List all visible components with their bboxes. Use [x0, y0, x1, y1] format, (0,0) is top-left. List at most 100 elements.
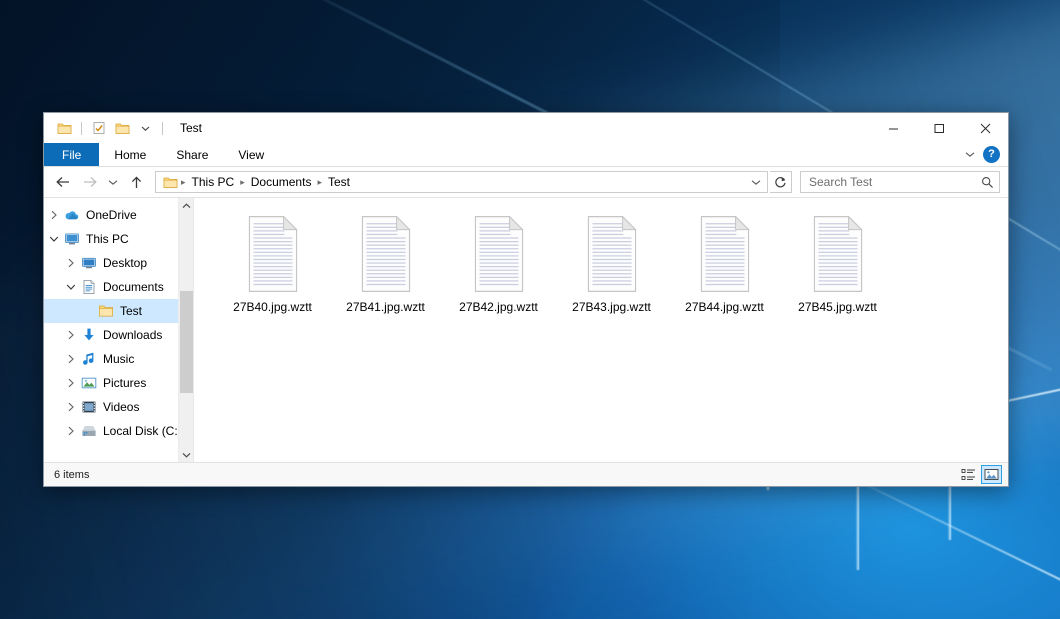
- monitor-icon: [62, 231, 82, 247]
- folder-tree: OneDrive This PC Desktop Documents Test Downl…: [44, 203, 193, 443]
- sidebar-item-videos[interactable]: Videos: [44, 395, 193, 419]
- chevron-right-icon[interactable]: [63, 402, 79, 412]
- sidebar-item-label: Test: [116, 304, 142, 318]
- title-bar: Test: [44, 113, 1008, 143]
- sidebar-item-label: Desktop: [99, 256, 147, 270]
- breadcrumb: ▸ This PC ▸ Documents ▸ Test: [180, 173, 747, 191]
- minimize-button[interactable]: [870, 113, 916, 143]
- chevron-right-icon[interactable]: [63, 330, 79, 340]
- folder-icon[interactable]: [55, 119, 73, 137]
- scrollbar-track[interactable]: [179, 213, 193, 447]
- sidebar-item-label: Downloads: [99, 328, 162, 342]
- sidebar-item-label: Local Disk (C:): [99, 424, 182, 438]
- search-box[interactable]: [800, 171, 1000, 193]
- breadcrumb-this-pc[interactable]: This PC: [187, 173, 240, 191]
- breadcrumb-documents[interactable]: Documents: [246, 173, 317, 191]
- window-controls: [870, 113, 1008, 143]
- sidebar-item-pictures[interactable]: Pictures: [44, 371, 193, 395]
- status-bar: 6 items: [44, 462, 1008, 486]
- sidebar-item-label: Documents: [99, 280, 164, 294]
- generic-file-icon: [466, 215, 532, 293]
- file-name-label: 27B40.jpg.wztt: [233, 300, 312, 314]
- download-icon: [79, 327, 99, 343]
- desktop-icon: [79, 255, 99, 271]
- address-toolbar: ▸ This PC ▸ Documents ▸ Test: [44, 167, 1008, 197]
- sidebar-item-downloads[interactable]: Downloads: [44, 323, 193, 347]
- file-name-label: 27B42.jpg.wztt: [459, 300, 538, 314]
- ribbon-right-controls: ?: [961, 143, 1008, 166]
- sidebar-item-label: OneDrive: [82, 208, 137, 222]
- file-item[interactable]: 27B41.jpg.wztt: [329, 210, 442, 320]
- scroll-up-arrow-icon[interactable]: [179, 198, 193, 213]
- expand-ribbon-chevron-icon[interactable]: [961, 151, 979, 158]
- item-count-label: 6 items: [54, 469, 89, 481]
- forward-button[interactable]: [77, 170, 102, 194]
- chevron-right-icon[interactable]: [63, 378, 79, 388]
- sidebar-item-label: Music: [99, 352, 134, 366]
- generic-file-icon: [353, 215, 419, 293]
- sidebar-item-onedrive[interactable]: OneDrive: [44, 203, 193, 227]
- chevron-right-icon[interactable]: [63, 258, 79, 268]
- tab-share[interactable]: Share: [161, 143, 223, 166]
- pictures-icon: [79, 375, 99, 391]
- search-input[interactable]: [809, 175, 981, 189]
- maximize-button[interactable]: [916, 113, 962, 143]
- sidebar-item-this-pc[interactable]: This PC: [44, 227, 193, 251]
- refresh-button[interactable]: [770, 171, 792, 193]
- sidebar-item-desktop[interactable]: Desktop: [44, 251, 193, 275]
- file-explorer-window: Test File Home Share View: [43, 112, 1009, 487]
- generic-file-icon: [692, 215, 758, 293]
- breadcrumb-test[interactable]: Test: [323, 173, 355, 191]
- file-name-label: 27B41.jpg.wztt: [346, 300, 425, 314]
- chevron-right-icon[interactable]: [63, 354, 79, 364]
- file-item[interactable]: 27B40.jpg.wztt: [216, 210, 329, 320]
- sidebar-item-music[interactable]: Music: [44, 347, 193, 371]
- address-folder-icon: [160, 176, 180, 189]
- file-grid: 27B40.jpg.wztt 27B41.jpg.wztt 27B42.jpg.wz…: [194, 198, 1008, 320]
- file-list-view[interactable]: 27B40.jpg.wztt 27B41.jpg.wztt 27B42.jpg.wz…: [194, 198, 1008, 462]
- scrollbar-thumb[interactable]: [180, 291, 193, 393]
- chevron-right-icon[interactable]: [46, 210, 62, 220]
- chevron-right-icon[interactable]: [63, 426, 79, 436]
- drive-icon: [79, 423, 99, 439]
- chevron-down-icon[interactable]: [46, 235, 62, 243]
- generic-file-icon: [805, 215, 871, 293]
- nav-pane-scrollbar[interactable]: [178, 198, 193, 462]
- file-item[interactable]: 27B42.jpg.wztt: [442, 210, 555, 320]
- sidebar-item-label: Pictures: [99, 376, 146, 390]
- new-folder-icon[interactable]: [113, 119, 131, 137]
- generic-file-icon: [579, 215, 645, 293]
- file-item[interactable]: 27B45.jpg.wztt: [781, 210, 894, 320]
- tab-file[interactable]: File: [44, 143, 99, 166]
- tab-view[interactable]: View: [223, 143, 279, 166]
- file-name-label: 27B43.jpg.wztt: [572, 300, 651, 314]
- document-icon: [79, 279, 99, 295]
- details-view-icon[interactable]: [958, 465, 979, 484]
- properties-icon[interactable]: [90, 119, 108, 137]
- window-title: Test: [180, 121, 202, 135]
- up-button[interactable]: [124, 170, 149, 194]
- back-button[interactable]: [50, 170, 75, 194]
- scroll-down-arrow-icon[interactable]: [179, 447, 193, 462]
- toolbar-separator: [81, 122, 82, 135]
- tab-home[interactable]: Home: [99, 143, 161, 166]
- sidebar-item-documents[interactable]: Documents: [44, 275, 193, 299]
- large-icons-view-icon[interactable]: [981, 465, 1002, 484]
- previous-locations-chevron-icon[interactable]: [747, 172, 765, 192]
- sidebar-item-label: Videos: [99, 400, 139, 414]
- help-icon[interactable]: ?: [983, 146, 1000, 163]
- close-button[interactable]: [962, 113, 1008, 143]
- file-item[interactable]: 27B44.jpg.wztt: [668, 210, 781, 320]
- file-item[interactable]: 27B43.jpg.wztt: [555, 210, 668, 320]
- videos-icon: [79, 399, 99, 415]
- recent-locations-dropdown-icon[interactable]: [104, 170, 122, 194]
- address-bar[interactable]: ▸ This PC ▸ Documents ▸ Test: [155, 171, 768, 193]
- customize-qat-dropdown-icon[interactable]: [136, 119, 154, 137]
- toolbar-separator: [162, 122, 163, 135]
- sidebar-item-test[interactable]: Test: [44, 299, 193, 323]
- navigation-pane: OneDrive This PC Desktop Documents Test Downl…: [44, 198, 194, 462]
- folder-icon: [96, 303, 116, 319]
- chevron-down-icon[interactable]: [63, 283, 79, 291]
- sidebar-item-label: This PC: [82, 232, 129, 246]
- sidebar-item-local-disk-c[interactable]: Local Disk (C:): [44, 419, 193, 443]
